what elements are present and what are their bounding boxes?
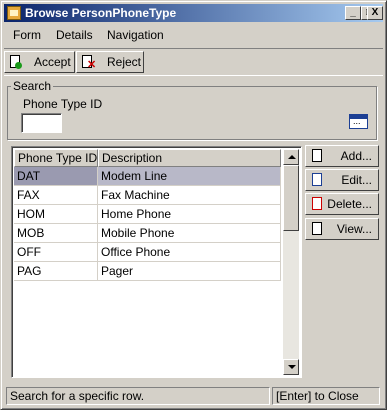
toolbar: Accept ✕ Reject bbox=[4, 48, 383, 76]
cell-id: DAT bbox=[14, 167, 98, 186]
menu-details[interactable]: Details bbox=[56, 28, 93, 42]
scroll-thumb[interactable] bbox=[283, 165, 299, 231]
table-row[interactable]: HOM Home Phone bbox=[14, 205, 281, 224]
cell-description: Fax Machine bbox=[98, 186, 281, 205]
browse-window: Browse PersonPhoneType _ □ X Form Detail… bbox=[0, 0, 387, 410]
search-group-label: Search bbox=[11, 79, 54, 93]
phone-type-id-input[interactable] bbox=[21, 113, 62, 133]
col-phone-type-id[interactable]: Phone Type ID bbox=[14, 149, 98, 167]
edit-button[interactable]: Edit... bbox=[305, 169, 379, 191]
view-document-icon bbox=[312, 222, 322, 235]
app-icon bbox=[7, 6, 21, 20]
minimize-icon: _ bbox=[350, 7, 356, 18]
table-row[interactable]: MOB Mobile Phone bbox=[14, 224, 281, 243]
grid-header: Phone Type ID Description bbox=[14, 149, 281, 167]
cell-id: PAG bbox=[14, 262, 98, 281]
add-label: Add... bbox=[340, 149, 372, 163]
cell-id: HOM bbox=[14, 205, 98, 224]
lookup-icon[interactable] bbox=[349, 114, 368, 129]
accept-label: Accept bbox=[34, 55, 71, 69]
close-button[interactable]: X bbox=[367, 6, 383, 20]
close-icon: X bbox=[371, 7, 379, 18]
menu-form[interactable]: Form bbox=[13, 28, 41, 42]
arrow-up-icon bbox=[288, 155, 296, 159]
vertical-scrollbar[interactable] bbox=[283, 149, 299, 375]
menu-navigation[interactable]: Navigation bbox=[107, 28, 164, 42]
minimize-button[interactable]: _ bbox=[345, 6, 361, 20]
accept-button[interactable]: Accept bbox=[4, 51, 75, 73]
x-badge-icon: ✕ bbox=[87, 59, 97, 71]
new-document-icon bbox=[312, 149, 322, 162]
results-grid: Phone Type ID Description DAT Modem Line… bbox=[11, 146, 302, 378]
menu-bar: Form Details Navigation bbox=[4, 25, 383, 45]
cell-id: MOB bbox=[14, 224, 98, 243]
arrow-down-icon bbox=[288, 365, 296, 369]
table-row[interactable]: PAG Pager bbox=[14, 262, 281, 281]
cell-id: FAX bbox=[14, 186, 98, 205]
scroll-up-button[interactable] bbox=[283, 149, 299, 165]
reject-button[interactable]: ✕ Reject bbox=[76, 51, 144, 73]
cell-description: Pager bbox=[98, 262, 281, 281]
status-message: Search for a specific row. bbox=[6, 387, 270, 405]
cell-description: Modem Line bbox=[98, 167, 281, 186]
scroll-down-button[interactable] bbox=[283, 359, 299, 375]
cell-id: OFF bbox=[14, 243, 98, 262]
col-description-label: Description bbox=[102, 151, 163, 165]
status-bar: Search for a specific row. [Enter] to Cl… bbox=[4, 387, 383, 407]
view-label: View... bbox=[336, 222, 372, 236]
search-groupbox bbox=[7, 86, 377, 140]
delete-label: Delete... bbox=[327, 197, 372, 211]
cell-description: Home Phone bbox=[98, 205, 281, 224]
title-bar[interactable]: Browse PersonPhoneType _ □ bbox=[4, 4, 383, 22]
table-row[interactable]: FAX Fax Machine bbox=[14, 186, 281, 205]
window-title: Browse PersonPhoneType bbox=[25, 6, 177, 20]
reject-label: Reject bbox=[107, 55, 142, 69]
phone-type-id-label: Phone Type ID bbox=[23, 97, 103, 111]
col-phone-type-id-label: Phone Type ID bbox=[18, 151, 98, 165]
col-description[interactable]: Description bbox=[98, 149, 281, 167]
table-row[interactable]: OFF Office Phone bbox=[14, 243, 281, 262]
table-row[interactable]: DAT Modem Line bbox=[14, 167, 281, 186]
delete-button[interactable]: Delete... bbox=[305, 193, 379, 215]
add-button[interactable]: Add... bbox=[305, 145, 379, 167]
cell-description: Office Phone bbox=[98, 243, 281, 262]
check-badge-icon bbox=[15, 62, 22, 69]
edit-label: Edit... bbox=[341, 173, 372, 187]
edit-document-icon bbox=[312, 173, 322, 186]
view-button[interactable]: View... bbox=[305, 218, 379, 240]
status-hint: [Enter] to Close bbox=[272, 387, 380, 405]
delete-document-icon bbox=[312, 197, 322, 210]
cell-description: Mobile Phone bbox=[98, 224, 281, 243]
